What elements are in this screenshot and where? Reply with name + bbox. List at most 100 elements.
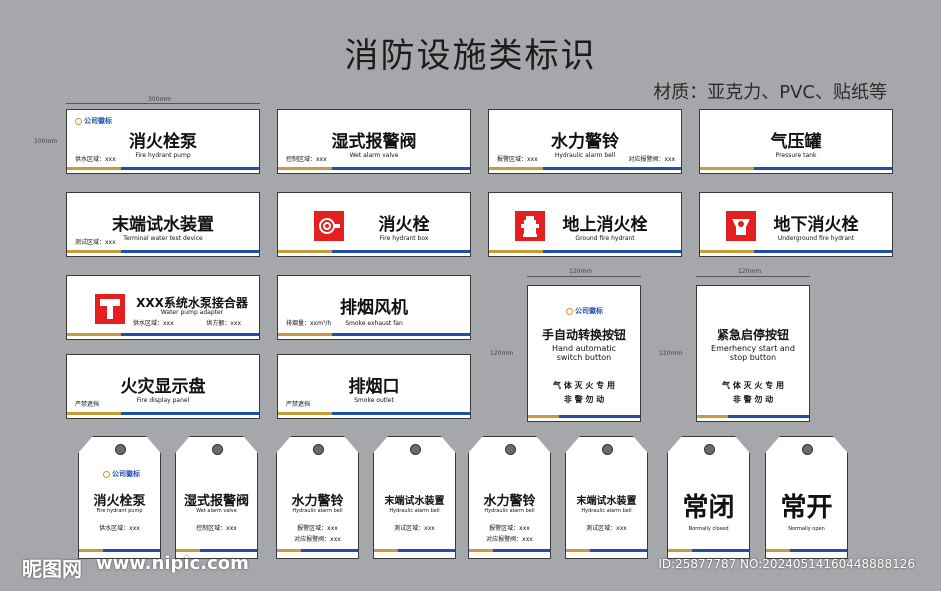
sign-hydraulic-alarm-bell: 水力警铃 Hydraulic alarm bell 报警区域：xxx 对应报警阀…: [488, 109, 682, 174]
sign-footer-right: 供方额：xxx: [206, 320, 241, 327]
sign-title: 火灾显示盘: [120, 377, 206, 397]
accent-bar: [67, 333, 259, 336]
sign-title: 末端试水装置: [112, 215, 214, 235]
sign-footer-left: 报警区域：xxx: [497, 156, 538, 163]
sign-footer-left: 供水区域：xxx: [133, 320, 174, 327]
tag-title: 水力警铃: [291, 494, 344, 509]
accent-bar: [277, 549, 358, 552]
tag-footer-1: 控制区域：xxx: [196, 525, 237, 532]
tag-footer-1: 测试区域：xxx: [394, 525, 435, 532]
panel-title: 紧急启停按钮: [716, 328, 789, 342]
accent-bar: [528, 415, 640, 418]
pump-adapter-icon: [95, 294, 125, 324]
sign-title: 排烟风机: [340, 298, 408, 318]
tag-footer-1: 测试区域：xxx: [586, 525, 627, 532]
accent-bar: [176, 549, 257, 552]
tag-normally-closed: 常闭 Normally closed: [667, 436, 750, 559]
sign-terminal-water-test: 末端试水装置 Terminal water test device 测试区域：x…: [66, 192, 260, 257]
tag-hydraulic-alarm-bell: 水力警铃 Hydraulic alarm bell 报警区域：xxx 对应报警阀…: [276, 436, 359, 559]
accent-bar: [374, 549, 455, 552]
accent-bar: [278, 412, 470, 415]
panel-note-1: 气 体 灭 火 专 用: [553, 381, 615, 390]
sign-subtitle: Smoke exhaust fan: [345, 320, 403, 327]
tag-hole: [703, 444, 715, 455]
tag-title: 水力警铃: [483, 494, 536, 509]
company-logo: 公司徽标: [103, 469, 140, 479]
tag-hole: [114, 444, 126, 455]
tag-hole: [504, 444, 516, 455]
panel-subtitle-2: switch button: [556, 353, 612, 362]
tag-normally-open: 常开 Normally open: [765, 436, 848, 559]
tag-fire-hydrant-pump: 公司徽标 消火栓泵 Fire hydrant pump 供水区域：xxx: [78, 436, 161, 559]
sign-title: 排烟口: [348, 377, 400, 397]
accent-bar: [67, 250, 259, 253]
accent-bar: [278, 250, 470, 253]
sign-subtitle: Pressure tank: [775, 152, 817, 159]
tag-title: 消火栓泵: [93, 494, 146, 509]
tag-title: 末端试水装置: [384, 496, 445, 507]
company-logo: 公司徽标: [566, 306, 603, 316]
dim-width-line: [66, 103, 260, 104]
sign-pressure-tank: 气压罐 Pressure tank: [699, 109, 893, 174]
sign-subtitle: Water pump adapter: [160, 309, 224, 316]
sign-ground-fire-hydrant: 地上消火栓 Ground fire hydrant: [488, 192, 682, 257]
sign-title: 湿式报警阀: [331, 132, 417, 152]
dim-width-label: 300mm: [148, 96, 172, 103]
accent-bar: [700, 167, 892, 170]
sign-underground-fire-hydrant: 地下消火栓 Underground fire hydrant: [699, 192, 893, 257]
sign-wet-alarm-valve: 湿式报警阀 Wet alarm valve 控制区域：xxx: [277, 109, 471, 174]
tag-hole: [801, 444, 813, 455]
tag-hole: [211, 444, 223, 455]
sign-footer-left: 供水区域：xxx: [75, 156, 116, 163]
material-note: 材质：亚克力、PVC、贴纸等: [653, 82, 887, 103]
accent-bar: [489, 167, 681, 170]
accent-bar: [79, 549, 160, 552]
panel-subtitle-1: Emerhency start and: [711, 344, 795, 353]
accent-bar: [469, 549, 550, 552]
tag-hole: [409, 444, 421, 455]
panel-note-2: 非 警 勿 动: [563, 395, 605, 404]
watermark-brand: 昵图网: [22, 557, 82, 581]
sign-footer-left: 测试区域：xxx: [75, 239, 116, 246]
tag-footer-2: 对应报警阀：xxx: [294, 536, 341, 543]
tag-subtitle: Fire hydrant pump: [96, 508, 143, 514]
accent-bar: [700, 250, 892, 253]
sign-smoke-exhaust-fan: 排烟风机 排烟量：xxm³/h Smoke exhaust fan: [277, 275, 471, 340]
panel-subtitle-1: Hand automatic: [551, 344, 617, 353]
tag-hole: [601, 444, 613, 455]
panel2-height-label: 120mm: [659, 350, 683, 357]
tag-hole: [312, 444, 324, 455]
tag-footer-1: 报警区域：xxx: [489, 525, 530, 532]
accent-bar: [67, 412, 259, 415]
watermark-url: www.nipic.com: [96, 553, 249, 574]
panel-title: 手自动转换按钮: [541, 328, 626, 342]
accent-bar: [668, 549, 749, 552]
tag-hydraulic-alarm-bell-2: 水力警铃 Hydraulic alarm bell 报警区域：xxx 对应报警阀…: [468, 436, 551, 559]
tag-subtitle: Normally closed: [688, 526, 729, 532]
sign-footer-left: 严禁遮挡: [286, 401, 311, 408]
accent-bar: [278, 167, 470, 170]
sign-footer-right: 对应报警阀：xxx: [628, 156, 675, 163]
tag-subtitle: Normally open: [788, 526, 825, 532]
tag-footer-1: 供水区域：xxx: [99, 525, 140, 532]
accent-bar: [566, 549, 647, 552]
tag-footer-2: 对应报警阀：xxx: [486, 536, 533, 543]
sign-fire-hydrant-box: 消火栓 Fire hydrant box: [277, 192, 471, 257]
logo-icon: [103, 470, 110, 478]
panel-emergency-start-stop: 紧急启停按钮 Emerhency start and stop button 气…: [696, 285, 810, 422]
watermark-id: ID:25877787 NO:20240514160448888126: [658, 557, 915, 571]
accent-bar: [766, 549, 847, 552]
sign-title: 消火栓泵: [129, 132, 197, 152]
sign-title: 地下消火栓: [773, 215, 859, 235]
sign-title: 消火栓: [378, 215, 430, 235]
sign-title: 气压罐: [770, 132, 822, 152]
tag-subtitle: Hydraulic alarm bell: [581, 508, 632, 514]
company-logo: 公司徽标: [75, 116, 112, 126]
sign-footer-left: 控制区域：xxx: [286, 156, 327, 163]
panel2-width-line: [696, 276, 810, 277]
sign-smoke-outlet: 排烟口 Smoke outlet 严禁遮挡: [277, 354, 471, 419]
panel-hand-auto-switch: 公司徽标 手自动转换按钮 Hand automatic switch butto…: [527, 285, 641, 422]
sign-title: 水力警铃: [551, 132, 619, 152]
accent-bar: [489, 250, 681, 253]
tag-title: 末端试水装置: [576, 496, 637, 507]
